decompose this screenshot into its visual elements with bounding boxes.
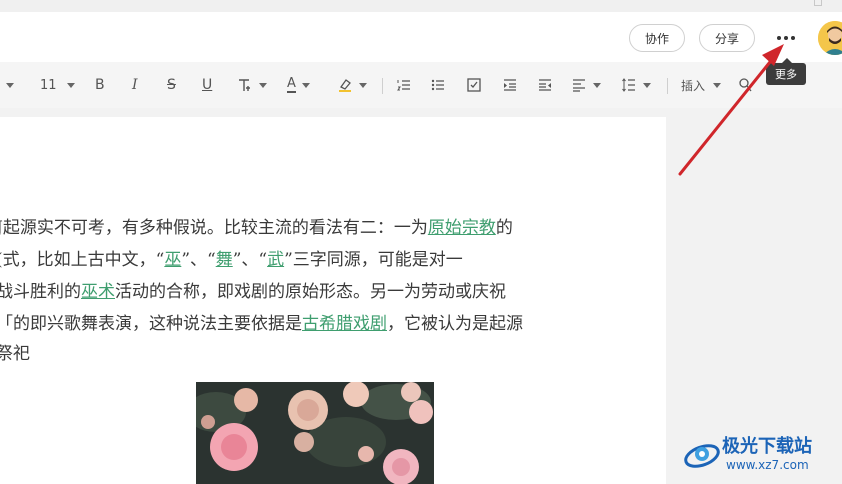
highlight-dropdown[interactable] — [337, 74, 367, 96]
highlighter-icon — [339, 79, 351, 92]
paragraph-line: 祭祀 — [0, 344, 30, 364]
more-dot-icon — [791, 36, 795, 40]
checklist-button[interactable] — [466, 74, 482, 96]
document-header: 协作 分享 — [0, 12, 842, 62]
watermark-url: www.xz7.com — [726, 458, 809, 472]
line-spacing-dropdown[interactable] — [621, 74, 651, 96]
more-dot-icon — [777, 36, 781, 40]
document-image[interactable] — [196, 382, 434, 484]
font-color-dropdown[interactable]: A — [287, 74, 310, 96]
chevron-down-icon — [6, 82, 14, 88]
rose-photo — [196, 382, 434, 484]
text-style-dropdown[interactable] — [237, 74, 267, 96]
font-color-icon: A — [287, 76, 296, 93]
underline-icon: U — [202, 77, 213, 93]
paragraph-text: 祭祀 — [0, 344, 30, 364]
more-tooltip: 更多 — [766, 58, 806, 85]
bold-icon: B — [95, 77, 105, 93]
paragraph-text: ”三字同源，可能是对一 — [284, 250, 463, 270]
paragraph-text: 的 — [495, 218, 513, 238]
paragraph-text: ，它被认为是起源 — [387, 314, 523, 334]
hyperlink[interactable]: 巫 — [164, 250, 181, 270]
italic-button[interactable]: I — [132, 74, 138, 96]
chevron-down-icon — [359, 82, 367, 88]
align-dropdown[interactable] — [571, 74, 601, 96]
align-left-icon — [573, 79, 585, 92]
indent-increase-button[interactable] — [502, 74, 518, 96]
insert-dropdown[interactable]: 插入 — [681, 74, 722, 96]
site-watermark: 极光下载站 www.xz7.com — [682, 428, 842, 484]
watermark-logo-icon — [684, 444, 720, 468]
hyperlink[interactable]: 巫术 — [81, 282, 115, 302]
font-size-value: 11 — [40, 77, 57, 93]
indent-decrease-button[interactable] — [537, 74, 553, 96]
hyperlink[interactable]: 古希腊戏剧 — [302, 314, 387, 334]
hyperlink[interactable]: 武 — [267, 250, 284, 270]
toolbar-divider — [382, 78, 383, 94]
bullet-list-icon — [431, 79, 444, 91]
text-style-icon — [239, 79, 250, 91]
underline-button[interactable]: U — [202, 74, 212, 96]
paragraph-line: 「的即兴歌舞表演，这种说法主要依据是古希腊戏剧，它被认为是起源 — [0, 314, 523, 334]
paragraph-text: (式，比如上古中文，“ — [0, 250, 165, 270]
strikethrough-button[interactable]: S — [167, 74, 176, 96]
hyperlink[interactable]: 原始宗教 — [428, 218, 496, 238]
strikethrough-icon: S — [167, 77, 176, 93]
paragraph-text: ”、“ — [181, 250, 216, 270]
paragraph-line: 战斗胜利的巫术活动的合称，即戏剧的原始形态。另一为劳动或庆祝 — [0, 282, 506, 302]
insert-label: 插入 — [681, 78, 706, 93]
formatting-toolbar: 11 B I S U A 插入 — [0, 62, 842, 108]
indent-icon — [504, 79, 516, 91]
italic-icon: I — [132, 77, 138, 93]
hyperlink[interactable]: 舞 — [216, 250, 233, 270]
chevron-down-icon — [259, 82, 267, 88]
paragraph-text: 战斗胜利的 — [0, 282, 81, 302]
ordered-list-icon — [397, 80, 410, 91]
paragraph-text: 「的即兴歌舞表演，这种说法主要依据是 — [0, 314, 302, 334]
user-avatar[interactable] — [818, 21, 842, 55]
font-size-dropdown[interactable]: 11 — [40, 74, 75, 96]
window-top-strip — [0, 0, 842, 12]
share-button[interactable]: 分享 — [699, 24, 755, 52]
ordered-list-button[interactable] — [396, 74, 412, 96]
paragraph-text: J起源实不可考，有多种假说。比较主流的看法有二：一为 — [0, 218, 428, 238]
chevron-down-icon — [66, 82, 75, 88]
chevron-down-icon — [301, 82, 310, 88]
search-button[interactable] — [738, 74, 752, 96]
collaborate-button[interactable]: 协作 — [629, 24, 685, 52]
more-button[interactable] — [772, 26, 800, 50]
avatar-icon — [818, 21, 842, 55]
paragraph-text: 活动的合称，即戏剧的原始形态。另一为劳动或庆祝 — [115, 282, 506, 302]
font-family-dropdown[interactable] — [0, 74, 14, 96]
chevron-down-icon — [643, 82, 651, 88]
chevron-down-icon — [713, 82, 722, 88]
search-icon — [739, 78, 752, 92]
window-control-icon[interactable] — [814, 0, 822, 6]
bold-button[interactable]: B — [95, 74, 105, 96]
bullet-list-button[interactable] — [430, 74, 446, 96]
line-spacing-icon — [622, 78, 635, 92]
toolbar-divider — [667, 78, 668, 94]
outdent-icon — [539, 79, 551, 91]
checkbox-icon — [467, 78, 481, 92]
paragraph-line: J起源实不可考，有多种假说。比较主流的看法有二：一为原始宗教的 — [0, 218, 513, 238]
chevron-down-icon — [593, 82, 601, 88]
watermark-name: 极光下载站 — [722, 436, 812, 457]
paragraph-line: (式，比如上古中文，“巫”、“舞”、“武”三字同源，可能是对一 — [0, 250, 463, 270]
more-dot-icon — [784, 36, 788, 40]
paragraph-text: ”、“ — [232, 250, 268, 270]
